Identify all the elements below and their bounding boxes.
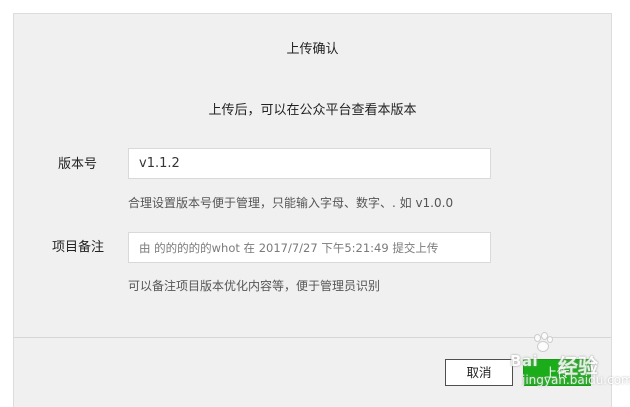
note-hint: 可以备注项目版本优化内容等，便于管理员识别 — [128, 279, 381, 293]
upload-button[interactable]: 上传 — [523, 359, 591, 386]
dialog-title: 上传确认 — [286, 42, 339, 57]
note-label: 项目备注 — [52, 240, 105, 255]
dialog-subtitle: 上传后，可以在公众平台查看本版本 — [208, 103, 417, 118]
version-input[interactable] — [128, 148, 491, 179]
note-input[interactable] — [128, 232, 491, 263]
footer-divider — [14, 337, 611, 338]
upload-confirm-dialog: 上传确认 上传后，可以在公众平台查看本版本 版本号 合理设置版本号便于管理，只能… — [13, 13, 612, 407]
version-label: 版本号 — [58, 157, 98, 172]
version-hint: 合理设置版本号便于管理，只能输入字母、数字、. 如 v1.0.0 — [128, 196, 454, 210]
cancel-button[interactable]: 取消 — [445, 359, 513, 386]
